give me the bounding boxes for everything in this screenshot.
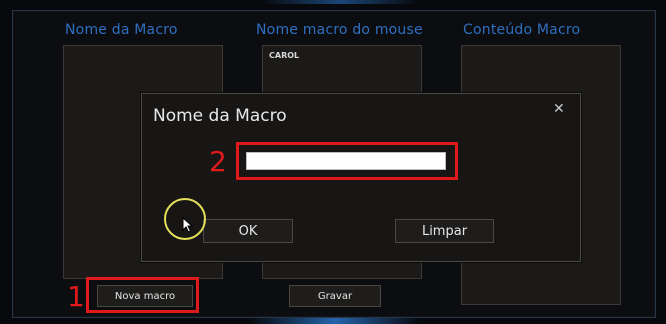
ok-button[interactable]: OK: [203, 219, 293, 243]
bottom-glow-decoration: [250, 318, 420, 324]
top-glow-decoration: [260, 0, 420, 4]
mouse-macro-list-item[interactable]: CAROL: [269, 51, 299, 60]
mouse-pointer-icon: [182, 217, 194, 233]
step2-highlight-box: [236, 142, 458, 180]
macro-name-column-title: Nome da Macro: [65, 22, 178, 38]
step1-number: 1: [67, 280, 85, 313]
save-button[interactable]: Gravar: [289, 285, 381, 307]
clear-button[interactable]: Limpar: [395, 219, 494, 243]
step2-number: 2: [209, 145, 227, 178]
dialog-title: Nome da Macro: [153, 106, 287, 126]
mouse-macro-column-title: Nome macro do mouse: [256, 22, 423, 38]
close-icon[interactable]: ✕: [553, 101, 565, 117]
app-window: Nome da Macro Nome macro do mouse Conteú…: [0, 0, 666, 324]
macro-content-column-title: Conteúdo Macro: [463, 22, 581, 38]
step1-highlight-box: [86, 277, 199, 313]
